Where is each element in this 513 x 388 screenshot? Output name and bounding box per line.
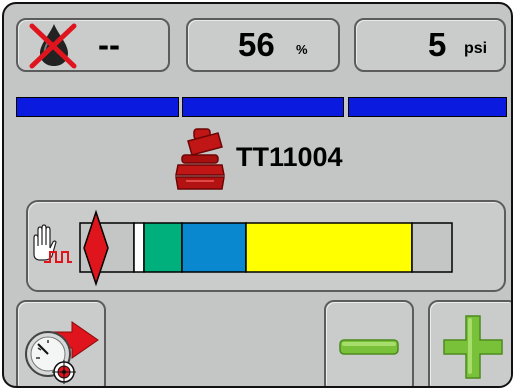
rate-scale <box>33 209 453 287</box>
percent-value: 56 <box>238 26 275 63</box>
calibrate-button[interactable] <box>16 300 106 386</box>
screen: -- 56 % 5 psi TT11004 <box>2 2 513 388</box>
status-bar-3 <box>348 97 507 117</box>
flow-readout-tile[interactable]: -- <box>16 18 170 72</box>
no-flow-drop-icon <box>29 23 77 69</box>
nozzle-name: TT11004 <box>236 142 343 172</box>
decrease-button[interactable] <box>324 300 414 386</box>
increase-button[interactable] <box>428 300 511 386</box>
gauge-arrow-target-icon <box>25 321 99 384</box>
pressure-readout-tile[interactable]: 5 psi <box>354 18 506 72</box>
status-bar-2 <box>182 97 344 117</box>
application-rate-scale-panel[interactable] <box>26 200 506 292</box>
nozzle-icon <box>175 128 225 190</box>
minus-icon <box>339 339 399 355</box>
pressure-value: 5 <box>428 26 447 63</box>
percent-unit: % <box>296 42 308 57</box>
percent-readout-tile[interactable]: 56 % <box>186 18 340 72</box>
manual-hand-pulse-icon <box>33 224 72 263</box>
flow-value: -- <box>98 26 120 63</box>
rate-scale-segments <box>79 222 453 273</box>
plus-icon <box>443 315 503 379</box>
pressure-unit: psi <box>464 40 488 57</box>
status-bar-1 <box>16 97 179 117</box>
